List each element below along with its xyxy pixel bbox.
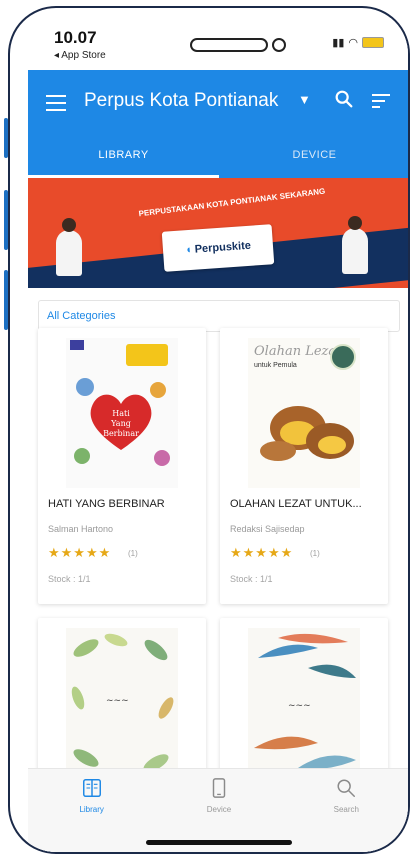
- menu-icon[interactable]: [46, 90, 66, 116]
- search-icon[interactable]: [333, 88, 355, 110]
- perpuskite-logo-icon: ◖: [184, 243, 193, 257]
- cover-title: Olahan Lezat: [254, 344, 342, 359]
- banner-logo: ◖ Perpuskite: [161, 224, 275, 272]
- banner-logo-text: Perpuskite: [194, 239, 252, 256]
- book-stock: Stock : 1/1: [48, 574, 91, 584]
- signal-icon: ▮▮: [332, 37, 345, 49]
- rating-stars: ★★★★★: [230, 545, 294, 560]
- app-title[interactable]: Perpus Kota Pontianak: [84, 90, 278, 112]
- banner-official-left: [56, 218, 82, 276]
- book-stock: Stock : 1/1: [230, 574, 273, 584]
- app-bar: Perpus Kota Pontianak ▼: [28, 70, 408, 136]
- book-author: Salman Hartono: [48, 524, 114, 534]
- rating-stars: ★★★★★: [48, 545, 112, 560]
- back-to-app-store[interactable]: ◂ App Store: [54, 50, 106, 61]
- nav-label: Search: [333, 805, 359, 814]
- publisher-seal-icon: [330, 344, 356, 370]
- cover-badge: [126, 344, 168, 366]
- wifi-icon: ◠: [348, 37, 358, 49]
- tab-device[interactable]: DEVICE: [219, 136, 408, 178]
- cover-script: ~~~: [106, 696, 129, 706]
- phone-frame: 10.07 ◂ App Store ▮▮ ◠ Perpus Kota Ponti…: [8, 6, 410, 854]
- rating-count: (1): [128, 549, 138, 558]
- camera-notch: [272, 38, 286, 52]
- banner-heading: PERPUSTAKAAN KOTA PONTIANAK SEKARANG: [138, 186, 326, 219]
- food-illustration: [260, 406, 354, 461]
- tab-bar: LIBRARY DEVICE: [28, 136, 408, 178]
- nav-search[interactable]: Search: [283, 769, 408, 852]
- search-icon: [337, 779, 356, 797]
- nav-label: Library: [79, 805, 104, 814]
- cover-title-line3: Berbinar: [103, 429, 139, 438]
- nav-library[interactable]: Library: [28, 769, 155, 852]
- book-card[interactable]: Olahan Lezat untuk Pemula OLAHAN LEZAT U…: [220, 328, 388, 604]
- tab-library[interactable]: LIBRARY: [28, 136, 219, 178]
- book-title: OLAHAN LEZAT UNTUK...: [230, 498, 362, 510]
- banner-official-right: [342, 216, 368, 274]
- book-card[interactable]: Hati Yang Berbinar HATI YANG BERBINAR Sa…: [38, 328, 206, 604]
- cover-script: ~~~: [288, 701, 311, 711]
- book-cover: ~~~: [66, 628, 178, 778]
- speaker-notch: [190, 38, 268, 52]
- status-time: 10.07: [54, 28, 97, 47]
- book-icon: [82, 779, 101, 797]
- rating-count: (1): [310, 549, 320, 558]
- status-icons: ▮▮ ◠: [332, 36, 384, 49]
- status-bar: 10.07 ◂ App Store ▮▮ ◠: [28, 18, 408, 70]
- home-indicator[interactable]: [146, 840, 292, 845]
- book-cover: Hati Yang Berbinar: [66, 338, 178, 488]
- cover-subtitle: untuk Pemula: [254, 362, 297, 369]
- filter-icon[interactable]: [372, 94, 390, 112]
- heart-illustration: Hati Yang Berbinar: [90, 394, 152, 450]
- cover-tag: [70, 340, 84, 350]
- dropdown-caret-icon[interactable]: ▼: [298, 92, 311, 107]
- cover-doodle: [154, 450, 170, 466]
- nav-label: Device: [206, 805, 232, 814]
- book-title: HATI YANG BERBINAR: [48, 498, 165, 510]
- promo-banner[interactable]: PERPUSTAKAAN KOTA PONTIANAK SEKARANG ◖ P…: [28, 178, 408, 288]
- cover-title-line2: Yang: [110, 419, 131, 428]
- book-cover: Olahan Lezat untuk Pemula: [248, 338, 360, 488]
- book-author: Redaksi Sajisedap: [230, 524, 305, 534]
- cover-title-line1: Hati: [112, 409, 130, 418]
- book-cover: ~~~: [248, 628, 360, 778]
- battery-icon: [362, 37, 384, 48]
- screen: 10.07 ◂ App Store ▮▮ ◠ Perpus Kota Ponti…: [28, 18, 408, 852]
- phone-icon: [212, 778, 226, 798]
